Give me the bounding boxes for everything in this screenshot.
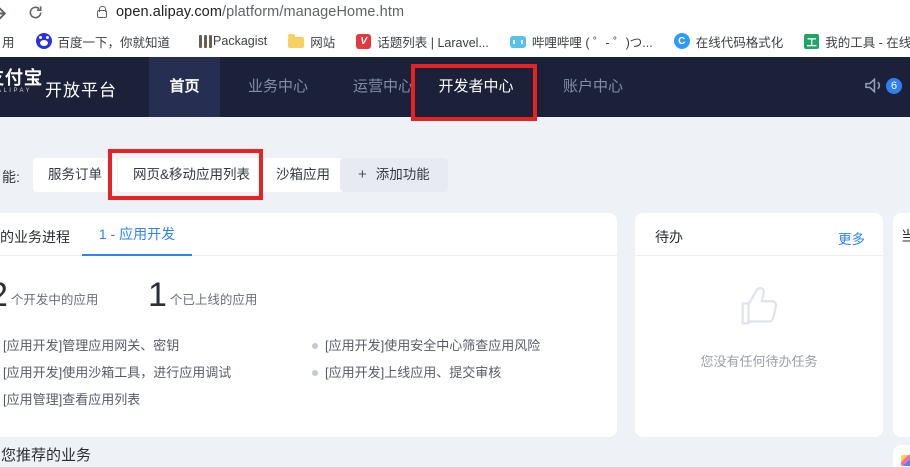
reload-icon[interactable]	[28, 5, 43, 25]
announcement-speaker-icon[interactable]	[864, 77, 883, 99]
stat-developing-label: 个开发中的应用	[11, 289, 99, 308]
url-domain: open.alipay.com	[116, 4, 222, 20]
todo-card: 待办 更多 您没有任何待办任务	[635, 213, 883, 437]
brand-title: 开放平台	[45, 76, 117, 101]
bookmark-code-format[interactable]: C在线代码格式化	[674, 32, 784, 51]
progress-card-header: 的业务进程 1 - 应用开发	[0, 213, 617, 256]
url-path: /platform/manageHome.htm	[222, 4, 404, 20]
stat-online-apps: 1 个已上线的应用	[148, 277, 257, 313]
quickbar-label-fragment: 能:	[2, 167, 20, 187]
tab-app-development[interactable]: 1 - 应用开发	[82, 213, 192, 256]
url-text[interactable]: open.alipay.com/platform/manageHome.htm	[116, 4, 404, 20]
web-mobile-app-list-button[interactable]: 网页&移动应用列表	[118, 158, 265, 192]
bookmark-bilibili[interactable]: 哔哩哔哩 ( ゜- ゜)つ...	[510, 32, 653, 51]
learnku-icon: V	[356, 34, 371, 49]
bullet-dot-icon	[312, 343, 318, 349]
progress-card-title-fragment: 的业务进程	[0, 227, 70, 247]
todo-empty-text: 您没有任何待办任务	[635, 351, 883, 370]
alipay-logo-cn: 支付宝	[0, 68, 43, 88]
plus-icon: +	[358, 166, 367, 183]
todo-more-link[interactable]: 更多	[838, 228, 865, 248]
bookmark-partial[interactable]: 用	[2, 32, 15, 51]
task-item: [应用开发]使用安全中心筛查应用风险	[312, 335, 540, 354]
folder-icon	[288, 33, 304, 49]
colorful-icon-fragment	[901, 455, 910, 466]
todo-title: 待办	[655, 227, 683, 247]
alipay-logo-en: ALIPAY	[0, 88, 43, 95]
nav-item-home[interactable]: 首页	[149, 57, 220, 117]
bookmark-laravel-topics[interactable]: V话题列表 | Laravel...	[356, 32, 489, 51]
task-item: [应用管理]查看应用列表	[3, 389, 140, 408]
forward-arrow-icon[interactable]	[0, 5, 8, 27]
browser-chrome: open.alipay.com/platform/manageHome.htm …	[0, 0, 910, 57]
top-navbar: 支付宝 ALIPAY 开放平台 首页 业务中心 运营中心 开发者中心 账户中心 …	[0, 57, 910, 117]
thumbs-up-icon	[731, 279, 787, 340]
tools-icon: 工	[804, 34, 819, 49]
lock-icon[interactable]	[97, 10, 107, 18]
service-orders-button[interactable]: 服务订单	[33, 158, 117, 192]
add-function-button[interactable]: + 添加功能	[340, 158, 448, 192]
stat-developing-apps: 2 个开发中的应用	[0, 277, 98, 313]
right-card-title-fragment: 当	[901, 226, 910, 246]
bookmark-website-folder[interactable]: 网站	[288, 32, 335, 51]
address-bar[interactable]: open.alipay.com/platform/manageHome.htm	[0, 0, 910, 27]
right-card-fragment: 当	[893, 213, 910, 437]
task-item: [应用开发]使用沙箱工具，进行应用调试	[3, 362, 231, 381]
task-item: [应用开发]管理应用网关、密钥	[3, 335, 179, 354]
business-progress-card: 的业务进程 1 - 应用开发 2 个开发中的应用 1 个已上线的应用 [应用开发…	[0, 213, 617, 437]
nav-item-operation-center[interactable]: 运营中心	[333, 57, 433, 117]
nav-item-developer-center[interactable]: 开发者中心	[424, 57, 528, 117]
code-format-icon: C	[674, 33, 690, 49]
bottom-right-card-fragment	[893, 445, 910, 467]
todo-card-header: 待办 更多	[635, 213, 883, 256]
alipay-logo[interactable]: 支付宝 ALIPAY	[0, 68, 43, 95]
notification-badge[interactable]: 6	[886, 78, 902, 94]
stat-online-label: 个已上线的应用	[170, 289, 258, 308]
baidu-icon	[36, 33, 52, 49]
bookmark-packagist[interactable]: Packagist	[191, 33, 267, 49]
bookmark-baidu[interactable]: 百度一下，你就知道	[36, 32, 171, 51]
bookmark-my-tools[interactable]: 工我的工具 - 在线工具	[804, 32, 910, 51]
recommended-business-title: 您推荐的业务	[1, 444, 91, 465]
bullet-dot-icon	[312, 370, 318, 376]
add-function-label: 添加功能	[376, 167, 430, 182]
packagist-icon	[191, 33, 207, 49]
stat-developing-number: 2	[0, 277, 8, 313]
screen: open.alipay.com/platform/manageHome.htm …	[0, 0, 910, 467]
bookmarks-bar: 用 百度一下，你就知道 Packagist 网站 V话题列表 | Laravel…	[2, 27, 910, 55]
sandbox-app-button[interactable]: 沙箱应用	[261, 158, 345, 192]
nav-item-business-center[interactable]: 业务中心	[226, 57, 330, 117]
task-item: [应用开发]上线应用、提交审核	[312, 362, 501, 381]
stat-online-number: 1	[148, 277, 167, 313]
bilibili-icon	[510, 33, 526, 49]
nav-item-account-center[interactable]: 账户中心	[543, 57, 643, 117]
